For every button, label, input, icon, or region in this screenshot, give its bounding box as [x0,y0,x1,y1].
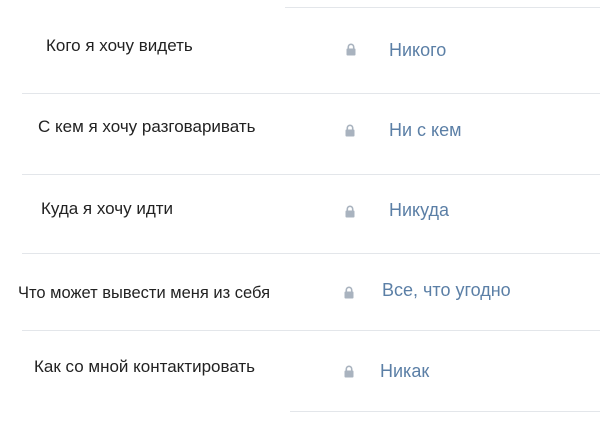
setting-label-see: Кого я хочу видеть [46,36,193,55]
lock-icon [345,124,355,137]
lock-icon [346,43,356,56]
setting-label-talk: С кем я хочу разговаривать [38,117,256,136]
divider [22,330,600,331]
divider [290,411,600,412]
setting-value-talk[interactable]: Ни с кем [389,120,462,140]
setting-label-go: Куда я хочу идти [41,199,174,218]
setting-label-annoy: Что может вывести меня из себя [18,284,271,302]
setting-value-see[interactable]: Никого [389,40,446,60]
divider [22,93,600,94]
privacy-settings-list: Кого я хочу видеть Никого С кем я хочу р… [0,0,600,428]
lock-icon [344,286,354,299]
divider [22,253,600,254]
lock-icon [344,365,354,378]
setting-value-go[interactable]: Никуда [389,200,449,220]
lock-icon [345,205,355,218]
divider [285,7,600,8]
setting-value-annoy[interactable]: Все, что угодно [382,280,511,300]
divider [22,174,600,175]
setting-value-contact[interactable]: Никак [380,361,429,381]
setting-label-contact: Как со мной контактировать [34,357,256,376]
